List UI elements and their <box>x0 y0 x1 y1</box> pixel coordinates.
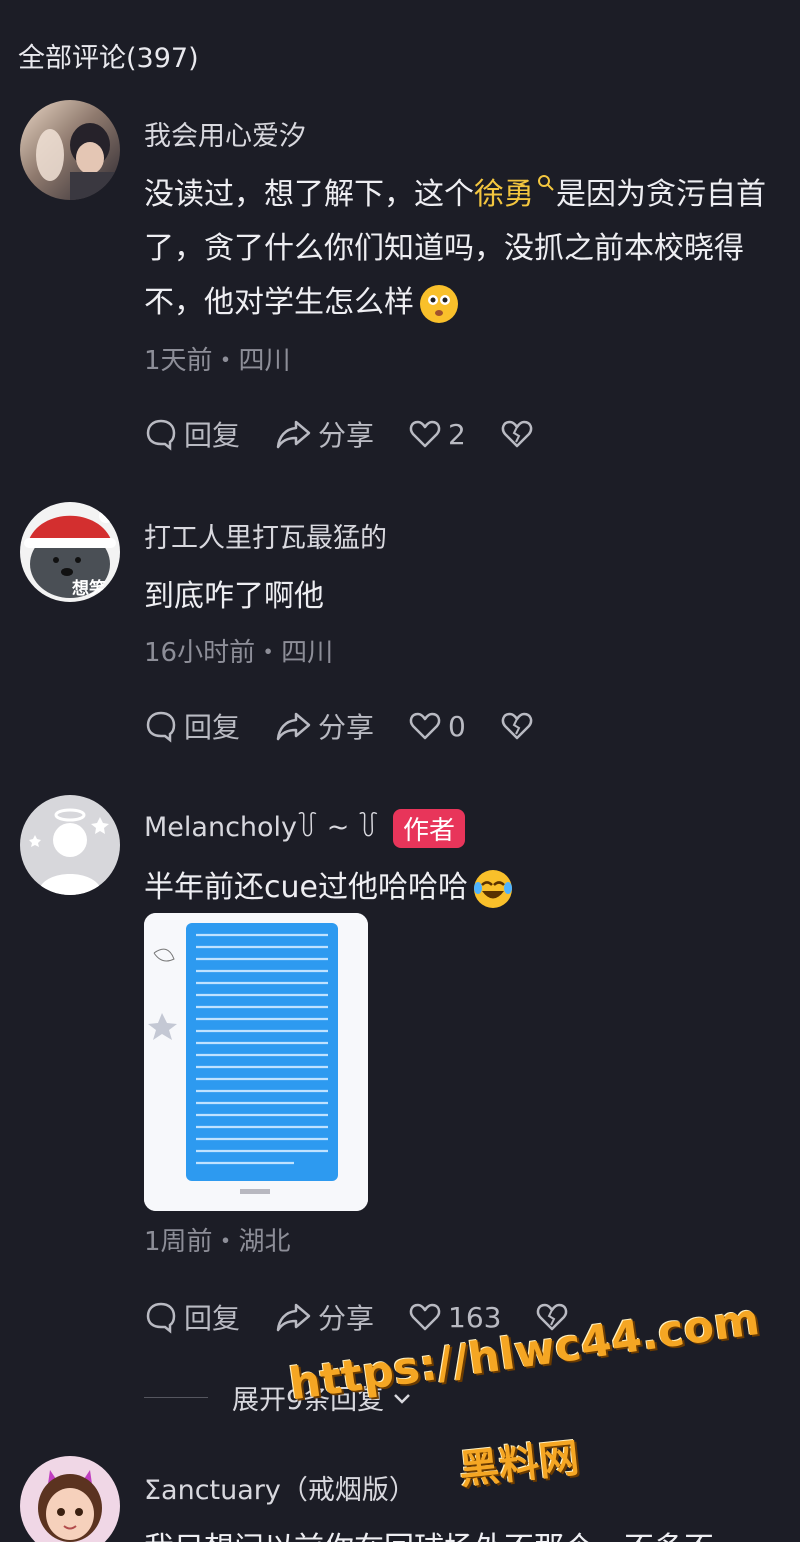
avatar[interactable] <box>20 100 120 200</box>
broken-heart-icon <box>501 712 533 740</box>
comment-meta: 1周前・湖北 <box>144 1227 291 1257</box>
comment-bubble-icon <box>146 1302 176 1334</box>
avatar[interactable] <box>20 795 120 895</box>
like-button[interactable]: 2 <box>408 417 466 451</box>
comment-username[interactable]: 打工人里打瓦最猛的 <box>144 516 387 555</box>
cartoon-girl-avatar-icon <box>38 1470 102 1542</box>
comment-username[interactable]: Σanctuary（戒烟版） <box>144 1468 416 1507</box>
comment-content: 我只想问以前你在回球场外不那个…不多不 <box>144 1522 774 1542</box>
broken-heart-icon <box>501 420 533 448</box>
comment-item: Melancholy꒦ ~ ꒦ 作者 半年前还cue过他哈哈哈 1周前・湖北 回… <box>0 795 800 1355</box>
avatar-text: 想笑 <box>72 579 106 599</box>
comment-item: Σanctuary（戒烟版） 我只想问以前你在回球场外不那个…不多不 <box>0 1456 800 1542</box>
share-button[interactable]: 分享 <box>274 1297 374 1337</box>
comment-username[interactable]: Melancholy꒦ ~ ꒦ 作者 <box>144 807 466 848</box>
comment-meta: 1天前・四川 <box>144 346 291 376</box>
comment-content: 没读过，想了解下，这个徐勇 是因为贪污自首了，贪了什么你们知道吗，没抓之前本校晓得… <box>144 168 774 330</box>
like-button[interactable]: 0 <box>408 709 466 743</box>
share-button[interactable]: 分享 <box>274 706 374 746</box>
default-angel-avatar-icon <box>29 808 109 895</box>
flushed-face-emoji-icon <box>420 284 458 323</box>
comment-meta: 16小时前・四川 <box>144 638 334 668</box>
username-text: Melancholy꒦ ~ ꒦ <box>144 812 379 843</box>
search-link-text: 徐勇 <box>474 177 534 212</box>
author-badge: 作者 <box>393 809 466 848</box>
reply-button[interactable]: 回复 <box>144 706 240 746</box>
heart-icon <box>409 712 441 740</box>
search-icon <box>538 175 554 191</box>
share-arrow-icon <box>276 712 311 741</box>
comment-text: 半年前还cue过他哈哈哈 <box>144 870 468 905</box>
like-button[interactable]: 163 <box>408 1300 501 1334</box>
divider <box>144 1397 208 1398</box>
avatar-photo-icon <box>36 123 115 200</box>
search-link[interactable]: 徐勇 <box>474 175 556 212</box>
comments-count-header: 全部评论(397) <box>18 43 199 74</box>
share-button[interactable]: 分享 <box>274 414 374 454</box>
reply-button[interactable]: 回复 <box>144 414 240 454</box>
share-arrow-icon <box>276 420 311 449</box>
reply-label: 回复 <box>184 419 241 452</box>
comment-username[interactable]: 我会用心爱汐 <box>144 114 306 153</box>
reply-label: 回复 <box>184 1302 241 1335</box>
comment-content: 到底咋了啊他 <box>144 579 324 614</box>
share-label: 分享 <box>318 419 375 452</box>
comment-bubble-icon <box>146 711 176 743</box>
reply-button[interactable]: 回复 <box>144 1297 240 1337</box>
comment-bubble-icon <box>146 419 176 451</box>
share-label: 分享 <box>318 711 375 744</box>
comment-text: 没读过，想了解下，这个 <box>144 177 474 212</box>
share-arrow-icon <box>276 1303 311 1332</box>
heart-icon <box>409 1303 441 1331</box>
comment-actions: 回复 分享 0 <box>144 706 574 746</box>
avatar[interactable] <box>20 1456 120 1542</box>
share-label: 分享 <box>318 1302 375 1335</box>
comment-actions: 回复 分享 2 <box>144 414 574 454</box>
heart-icon <box>409 420 441 448</box>
like-count: 0 <box>448 709 466 743</box>
dislike-button[interactable] <box>500 709 540 743</box>
dislike-button[interactable] <box>500 417 540 451</box>
reply-label: 回复 <box>184 711 241 744</box>
avatar[interactable]: 想笑 <box>20 502 120 602</box>
screenshot-thumbnail-icon <box>144 913 368 1211</box>
comment-item: 想笑 打工人里打瓦最猛的 到底咋了啊他 16小时前・四川 回复 分享 0 <box>0 502 800 762</box>
comment-item: 我会用心爱汐 没读过，想了解下，这个徐勇 是因为贪污自首了，贪了什么你们知道吗，没… <box>0 100 800 480</box>
like-count: 2 <box>448 417 466 451</box>
attached-image[interactable] <box>144 913 368 1211</box>
like-count: 163 <box>448 1300 502 1334</box>
comment-content: 半年前还cue过他哈哈哈 <box>144 861 774 915</box>
laughing-tears-emoji-icon <box>473 869 512 908</box>
top-cut-off-text <box>0 0 800 12</box>
